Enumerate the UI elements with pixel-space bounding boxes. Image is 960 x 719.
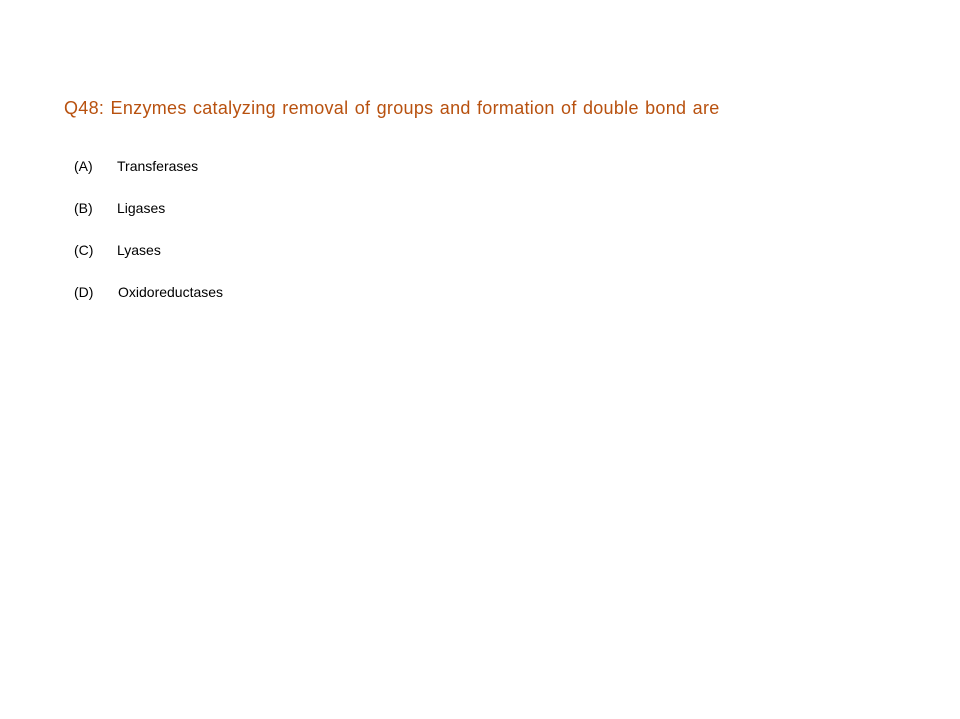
option-d: (D) Oxidoreductases [74, 284, 223, 326]
slide: Q48: Enzymes catalyzing removal of group… [0, 0, 960, 719]
option-text: Ligases [117, 200, 166, 216]
option-b: (B) Ligases [74, 200, 223, 242]
option-letter: (B) [74, 200, 93, 216]
option-a: (A) Transferases [74, 158, 223, 200]
option-letter: (D) [74, 284, 94, 300]
option-text: Transferases [117, 158, 199, 174]
question-text: Q48: Enzymes catalyzing removal of group… [64, 98, 720, 118]
option-letter: (C) [74, 242, 94, 258]
option-text: Lyases [117, 242, 161, 258]
option-text: Oxidoreductases [118, 284, 224, 300]
answer-options: (A) Transferases (B) Ligases (C) Lyases … [74, 158, 223, 326]
option-c: (C) Lyases [74, 242, 223, 284]
option-letter: (A) [74, 158, 93, 174]
